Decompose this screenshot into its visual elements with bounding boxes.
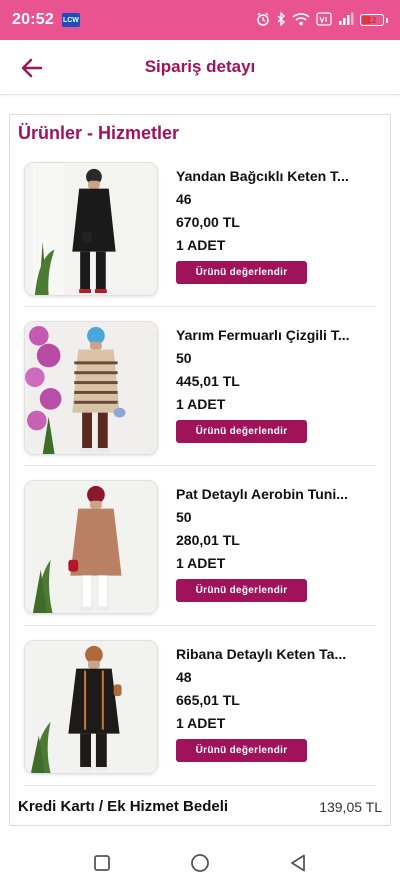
battery-level: 12 [367,15,377,25]
divider [24,785,376,786]
product-item: Yandan Bağcıklı Keten T... 46 670,00 TL … [24,162,376,297]
app-badge: LCW [61,13,80,27]
product-image[interactable] [24,321,158,455]
status-icons: 12 [256,10,388,29]
status-time: 20:52 [12,11,54,28]
section-title: Ürünler - Hizmetler [18,123,180,143]
product-image[interactable] [24,162,158,296]
home-button[interactable] [188,851,212,875]
signal-icon [338,12,354,29]
app-header: Sipariş detayı [0,40,400,95]
product-price: 670,00 TL [176,214,240,230]
product-item: Pat Detaylı Aerobin Tuni... 50 280,01 TL… [24,480,376,615]
product-name: Ribana Detaylı Keten Ta... [176,646,347,662]
fee-row: Kredi Kartı / Ek Hizmet Bedeli 139,05 TL [18,798,382,815]
product-quantity: 1 ADET [176,237,226,253]
wifi-icon [292,12,310,29]
status-bar: 20:52 LCW 12 [0,0,400,40]
volte-icon [316,11,332,29]
divider [24,625,376,626]
fee-label: Kredi Kartı / Ek Hizmet Bedeli [18,798,229,815]
product-quantity: 1 ADET [176,715,226,731]
rate-product-button[interactable]: Ürünü değerlendir [176,739,307,762]
product-name: Yandan Bağcıklı Keten T... [176,168,349,184]
fee-value: 139,05 TL [319,798,382,815]
recents-button[interactable] [90,851,114,875]
alarm-icon [256,12,270,29]
product-item: Ribana Detaylı Keten Ta... 48 665,01 TL … [24,640,376,775]
back-button[interactable] [16,52,48,84]
divider [24,306,376,307]
battery-icon: 12 [360,14,384,26]
product-item: Yarım Fermuarlı Çizgili T... 50 445,01 T… [24,321,376,456]
product-size: 48 [176,669,192,685]
product-price: 280,01 TL [176,532,240,548]
bluetooth-icon [276,10,286,29]
product-size: 50 [176,509,192,525]
triangle-back-icon [291,854,305,872]
product-price: 665,01 TL [176,692,240,708]
system-nav-bar [0,838,400,888]
product-image[interactable] [24,640,158,774]
square-icon [94,855,110,871]
rate-product-button[interactable]: Ürünü değerlendir [176,420,307,443]
order-items-card: Ürünler - Hizmetler Yandan Bağcıklı Kete… [9,114,391,826]
product-quantity: 1 ADET [176,555,226,571]
back-nav-button[interactable] [286,851,310,875]
product-quantity: 1 ADET [176,396,226,412]
rate-product-button[interactable]: Ürünü değerlendir [176,579,307,602]
product-price: 445,01 TL [176,373,240,389]
page-title: Sipariş detayı [144,57,256,76]
product-size: 46 [176,191,192,207]
product-image[interactable] [24,480,158,614]
product-name: Pat Detaylı Aerobin Tuni... [176,486,348,502]
divider [24,465,376,466]
product-name: Yarım Fermuarlı Çizgili T... [176,327,350,343]
product-size: 50 [176,350,192,366]
rate-product-button[interactable]: Ürünü değerlendir [176,261,307,284]
circle-icon [191,854,209,872]
arrow-left-icon [21,58,43,78]
